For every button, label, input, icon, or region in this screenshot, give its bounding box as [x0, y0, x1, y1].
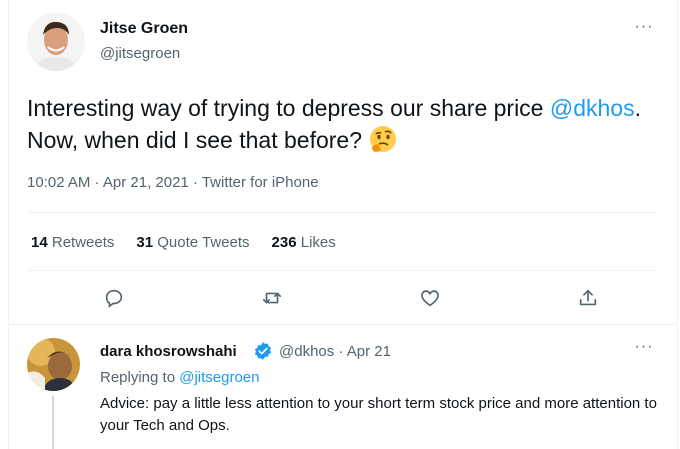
share-icon[interactable]: [573, 283, 603, 313]
quote-tweets-stat[interactable]: 31 Quote Tweets: [136, 234, 249, 251]
retweet-icon[interactable]: [257, 283, 287, 313]
replying-prefix: Replying to: [100, 369, 179, 386]
divider: [9, 324, 677, 325]
divider: [27, 270, 657, 271]
divider: [27, 212, 657, 213]
reply-text: Advice: pay a little less attention to y…: [100, 393, 660, 437]
thinking-face-icon: [368, 124, 398, 162]
action-bar: [27, 283, 657, 313]
mention-link[interactable]: @dkhos: [550, 95, 635, 121]
reply-author-name[interactable]: dara khosrowshahi: [100, 343, 237, 360]
thread-line: [52, 396, 54, 449]
reply-author-handle-date[interactable]: @dkhos · Apr 21: [279, 343, 391, 360]
likes-stat[interactable]: 236 Likes: [272, 234, 336, 251]
reply-avatar[interactable]: [27, 338, 80, 391]
replying-to-mention[interactable]: @jitsegroen: [179, 369, 259, 386]
replying-to: Replying to @jitsegroen: [100, 369, 260, 386]
engagement-stats: 14 Retweets 31 Quote Tweets 236 Likes: [31, 234, 336, 251]
more-options-icon[interactable]: ···: [633, 23, 655, 35]
tweet-text: Interesting way of trying to depress our…: [27, 92, 657, 162]
author-name[interactable]: Jitse Groen: [100, 20, 188, 38]
tweet-timestamp-source[interactable]: 10:02 AM · Apr 21, 2021 · Twitter for iP…: [27, 174, 319, 191]
retweets-stat[interactable]: 14 Retweets: [31, 234, 114, 251]
tweet-text-before: Interesting way of trying to depress our…: [27, 95, 550, 121]
verified-badge-icon: [253, 341, 273, 366]
avatar[interactable]: [27, 13, 85, 71]
more-options-icon[interactable]: ···: [633, 343, 655, 355]
reply-icon[interactable]: [99, 283, 129, 313]
tweet-card: Jitse Groen @jitsegroen ··· Interesting …: [8, 0, 678, 449]
like-icon[interactable]: [415, 283, 445, 313]
author-handle[interactable]: @jitsegroen: [100, 45, 180, 62]
